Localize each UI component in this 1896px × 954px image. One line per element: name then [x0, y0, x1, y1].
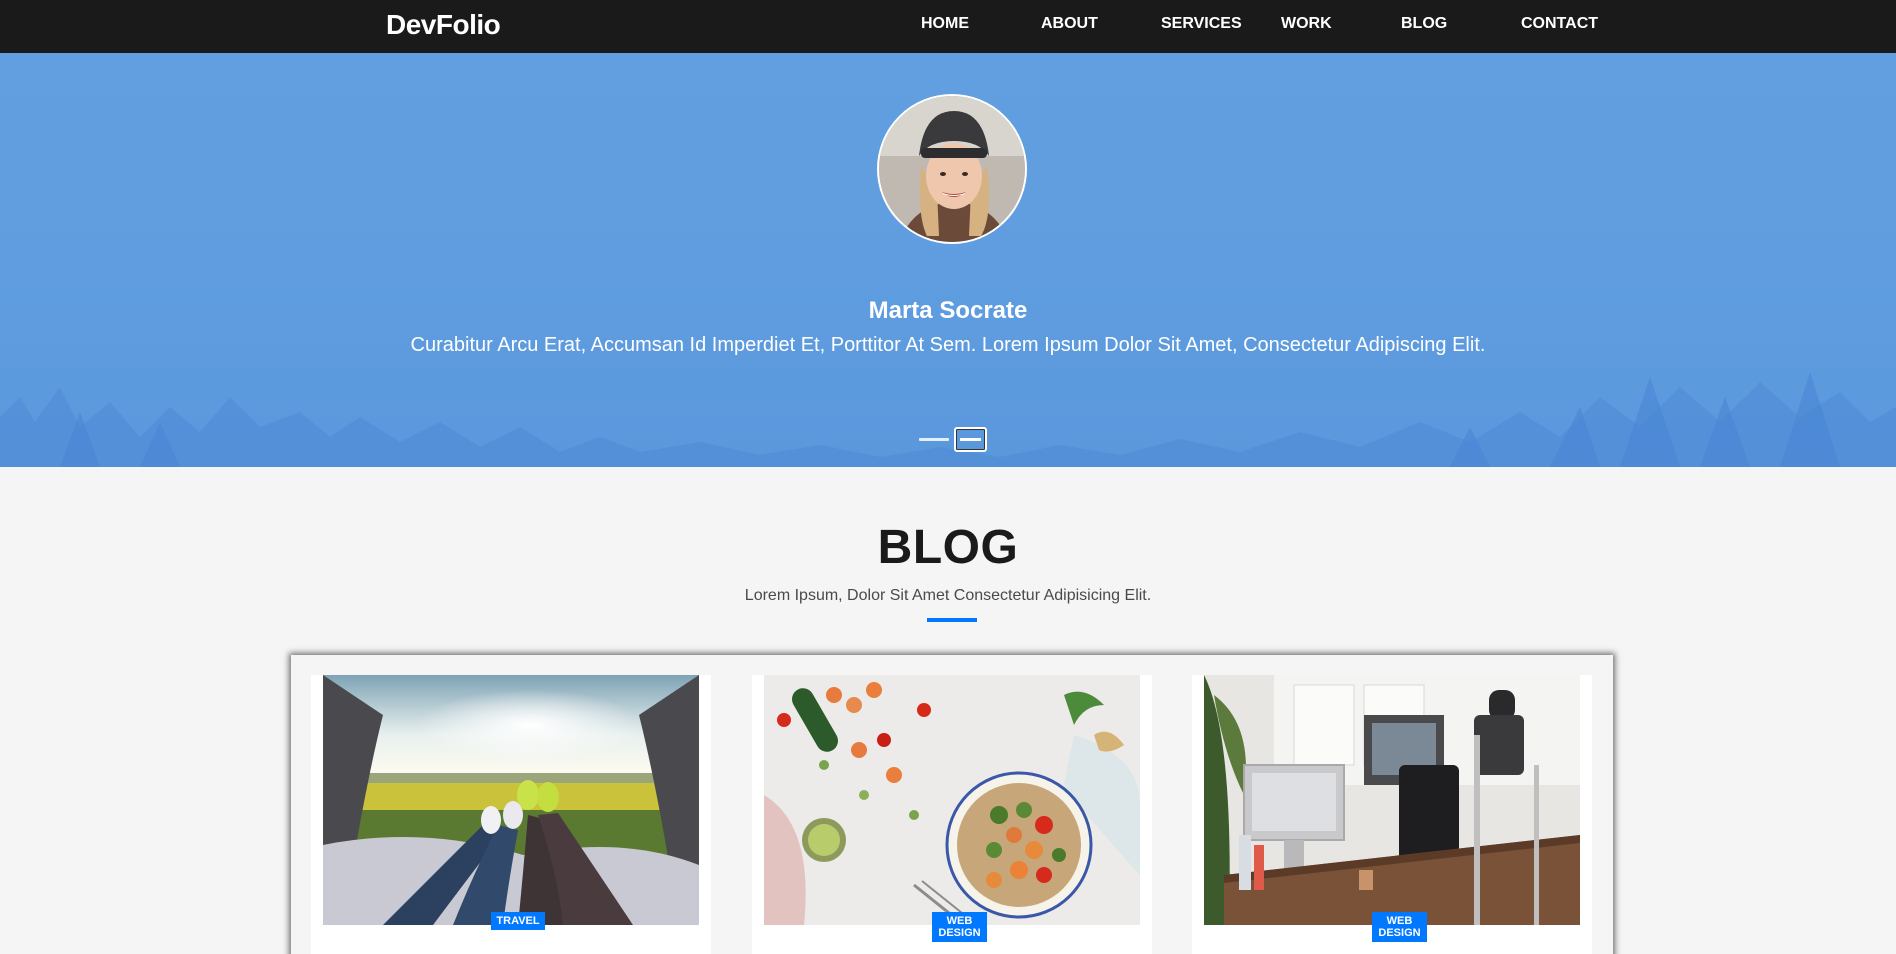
blog-card-image[interactable]: [1204, 675, 1580, 925]
nav-link-services[interactable]: SERVICES: [1161, 15, 1242, 33]
blog-card-category-badge[interactable]: TRAVEL: [491, 912, 545, 930]
carousel-dot-2-active[interactable]: [954, 427, 987, 452]
travel-photo: [323, 675, 699, 925]
blog-section-subtitle: Lorem Ipsum, Dolor Sit Amet Consectetur …: [744, 587, 1152, 604]
blog-card[interactable]: WEB DESIGN: [1192, 675, 1592, 954]
nav-link-about[interactable]: ABOUT: [1041, 15, 1098, 33]
brand-logo[interactable]: DevFolio: [386, 9, 501, 41]
avatar-photo: [879, 96, 1025, 242]
nav-link-contact[interactable]: CONTACT: [1521, 15, 1598, 33]
blog-title-underline: [927, 618, 977, 622]
testimonial-hero: Marta Socrate Curabitur Arcu Erat, Accum…: [0, 53, 1896, 467]
navbar: DevFolio HOME ABOUT SERVICES WORK BLOG C…: [0, 0, 1896, 53]
testimonial-name: Marta Socrate: [868, 297, 1028, 324]
testimonial-avatar: [877, 94, 1027, 244]
blog-card-image[interactable]: [323, 675, 699, 925]
blog-card-category-badge[interactable]: WEB DESIGN: [1372, 912, 1427, 942]
nav-link-home[interactable]: HOME: [921, 15, 969, 33]
food-photo: [764, 675, 1140, 925]
carousel-dot-1[interactable]: [919, 438, 949, 441]
nav-link-work[interactable]: WORK: [1281, 15, 1332, 33]
nav-link-blog[interactable]: BLOG: [1401, 15, 1447, 33]
blog-card[interactable]: WEB DESIGN: [752, 675, 1152, 954]
testimonial-quote: Curabitur Arcu Erat, Accumsan Id Imperdi…: [410, 334, 1486, 356]
blog-section-title: BLOG: [877, 521, 1019, 574]
blog-card[interactable]: TRAVEL: [311, 675, 711, 954]
office-photo: [1204, 675, 1580, 925]
blog-card-category-badge[interactable]: WEB DESIGN: [932, 912, 987, 942]
blog-card-image[interactable]: [764, 675, 1140, 925]
blog-cards-container: TRAVEL WEB DESIGN WEB DESIGN: [291, 655, 1613, 954]
